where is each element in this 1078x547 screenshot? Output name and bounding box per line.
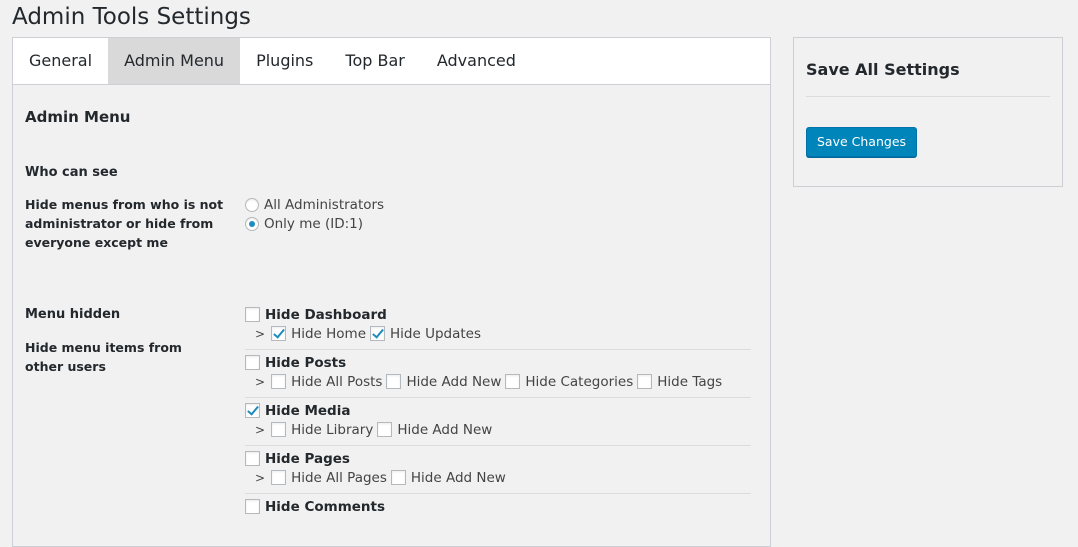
- checkbox-label: Hide Home: [291, 325, 366, 342]
- submenu-row: > Hide Library Hide Add New: [245, 420, 751, 439]
- menu-hidden-list: Hide Dashboard > Hide Home Hide Updates …: [245, 302, 751, 542]
- tab-bar: General Admin Menu Plugins Top Bar Advan…: [13, 38, 770, 85]
- checkbox-label: Hide Dashboard: [265, 306, 387, 323]
- menu-group-dashboard: Hide Dashboard > Hide Home Hide Updates: [245, 302, 751, 350]
- save-settings-title: Save All Settings: [806, 60, 960, 79]
- submenu-row: > Hide All Pages Hide Add New: [245, 468, 751, 487]
- submenu-row: > Hide All Posts Hide Add New Hide Categ…: [245, 372, 751, 391]
- checkbox-label: Hide Posts: [265, 354, 347, 371]
- hide-tags-checkbox[interactable]: [637, 374, 653, 389]
- tab-top-bar[interactable]: Top Bar: [329, 38, 420, 84]
- checkbox-label: Hide Updates: [390, 325, 481, 342]
- settings-panel: General Admin Menu Plugins Top Bar Advan…: [12, 37, 771, 547]
- list-item[interactable]: Hide Media: [245, 401, 751, 420]
- checkbox-label: Hide Media: [265, 402, 351, 419]
- hide-comments-checkbox[interactable]: [245, 499, 260, 514]
- checkbox-label: Hide Add New: [406, 373, 502, 390]
- save-changes-button[interactable]: Save Changes: [806, 127, 918, 157]
- menu-group-posts: Hide Posts > Hide All Posts Hide Add New…: [245, 350, 751, 398]
- section-title: Admin Menu: [25, 108, 131, 126]
- tab-general[interactable]: General: [13, 38, 108, 84]
- hide-posts-checkbox[interactable]: [245, 355, 260, 370]
- checkbox-label: Hide Categories: [525, 373, 634, 390]
- hide-all-posts-checkbox[interactable]: [271, 374, 287, 389]
- submenu-arrow: >: [255, 470, 266, 485]
- menu-group-comments: Hide Comments: [245, 494, 751, 542]
- who-can-see-heading: Who can see: [25, 165, 118, 180]
- checkbox-label: Hide Tags: [657, 373, 723, 390]
- hide-add-new-page-checkbox[interactable]: [390, 470, 406, 485]
- hide-updates-checkbox[interactable]: [370, 326, 385, 341]
- hide-home-checkbox[interactable]: [271, 326, 287, 341]
- hide-categories-checkbox[interactable]: [505, 374, 521, 389]
- checkbox-label: Hide Comments: [265, 498, 386, 515]
- hide-all-pages-checkbox[interactable]: [271, 470, 287, 485]
- checkbox-label: Hide All Pages: [291, 469, 387, 486]
- menu-hidden-heading: Menu hidden: [25, 307, 121, 322]
- tab-advanced[interactable]: Advanced: [421, 38, 532, 84]
- radio-only-me[interactable]: Only me (ID:1): [245, 214, 384, 233]
- checkbox-label: Hide Add New: [397, 421, 493, 438]
- menu-group-pages: Hide Pages > Hide All Pages Hide Add New: [245, 446, 751, 494]
- submenu-arrow: >: [255, 374, 266, 389]
- visibility-radio-group: All Administrators Only me (ID:1): [245, 195, 384, 233]
- save-settings-box: Save All Settings Save Changes: [793, 37, 1063, 187]
- tab-plugins[interactable]: Plugins: [240, 38, 329, 84]
- hide-add-new-media-checkbox[interactable]: [377, 422, 393, 437]
- hide-media-checkbox[interactable]: [245, 403, 260, 418]
- checkbox-label: Hide Library: [291, 421, 374, 438]
- submenu-arrow: >: [255, 326, 266, 341]
- list-item[interactable]: Hide Posts: [245, 353, 751, 372]
- list-item[interactable]: Hide Comments: [245, 497, 751, 516]
- menu-hidden-description: Hide menu items from other users: [25, 340, 182, 374]
- hide-pages-checkbox[interactable]: [245, 451, 260, 466]
- menu-group-media: Hide Media > Hide Library Hide Add New: [245, 398, 751, 446]
- radio-button[interactable]: [245, 216, 259, 231]
- submenu-arrow: >: [255, 422, 266, 437]
- radio-label: Only me (ID:1): [264, 215, 364, 232]
- hide-add-new-post-checkbox[interactable]: [386, 374, 402, 389]
- radio-button[interactable]: [245, 197, 259, 212]
- radio-all-administrators[interactable]: All Administrators: [245, 195, 384, 214]
- checkbox-label: Hide Add New: [410, 469, 506, 486]
- divider: [806, 96, 1050, 97]
- checkbox-label: Hide Pages: [265, 450, 350, 467]
- tab-admin-menu[interactable]: Admin Menu: [108, 38, 241, 84]
- submenu-row: > Hide Home Hide Updates: [245, 324, 751, 343]
- hide-library-checkbox[interactable]: [271, 422, 287, 437]
- radio-label: All Administrators: [264, 196, 385, 213]
- page-title: Admin Tools Settings: [12, 4, 251, 30]
- hide-dashboard-checkbox[interactable]: [245, 307, 260, 322]
- list-item[interactable]: Hide Dashboard: [245, 305, 751, 324]
- list-item[interactable]: Hide Pages: [245, 449, 751, 468]
- checkbox-label: Hide All Posts: [291, 373, 383, 390]
- who-can-see-description: Hide menus from who is not administrator…: [25, 197, 224, 250]
